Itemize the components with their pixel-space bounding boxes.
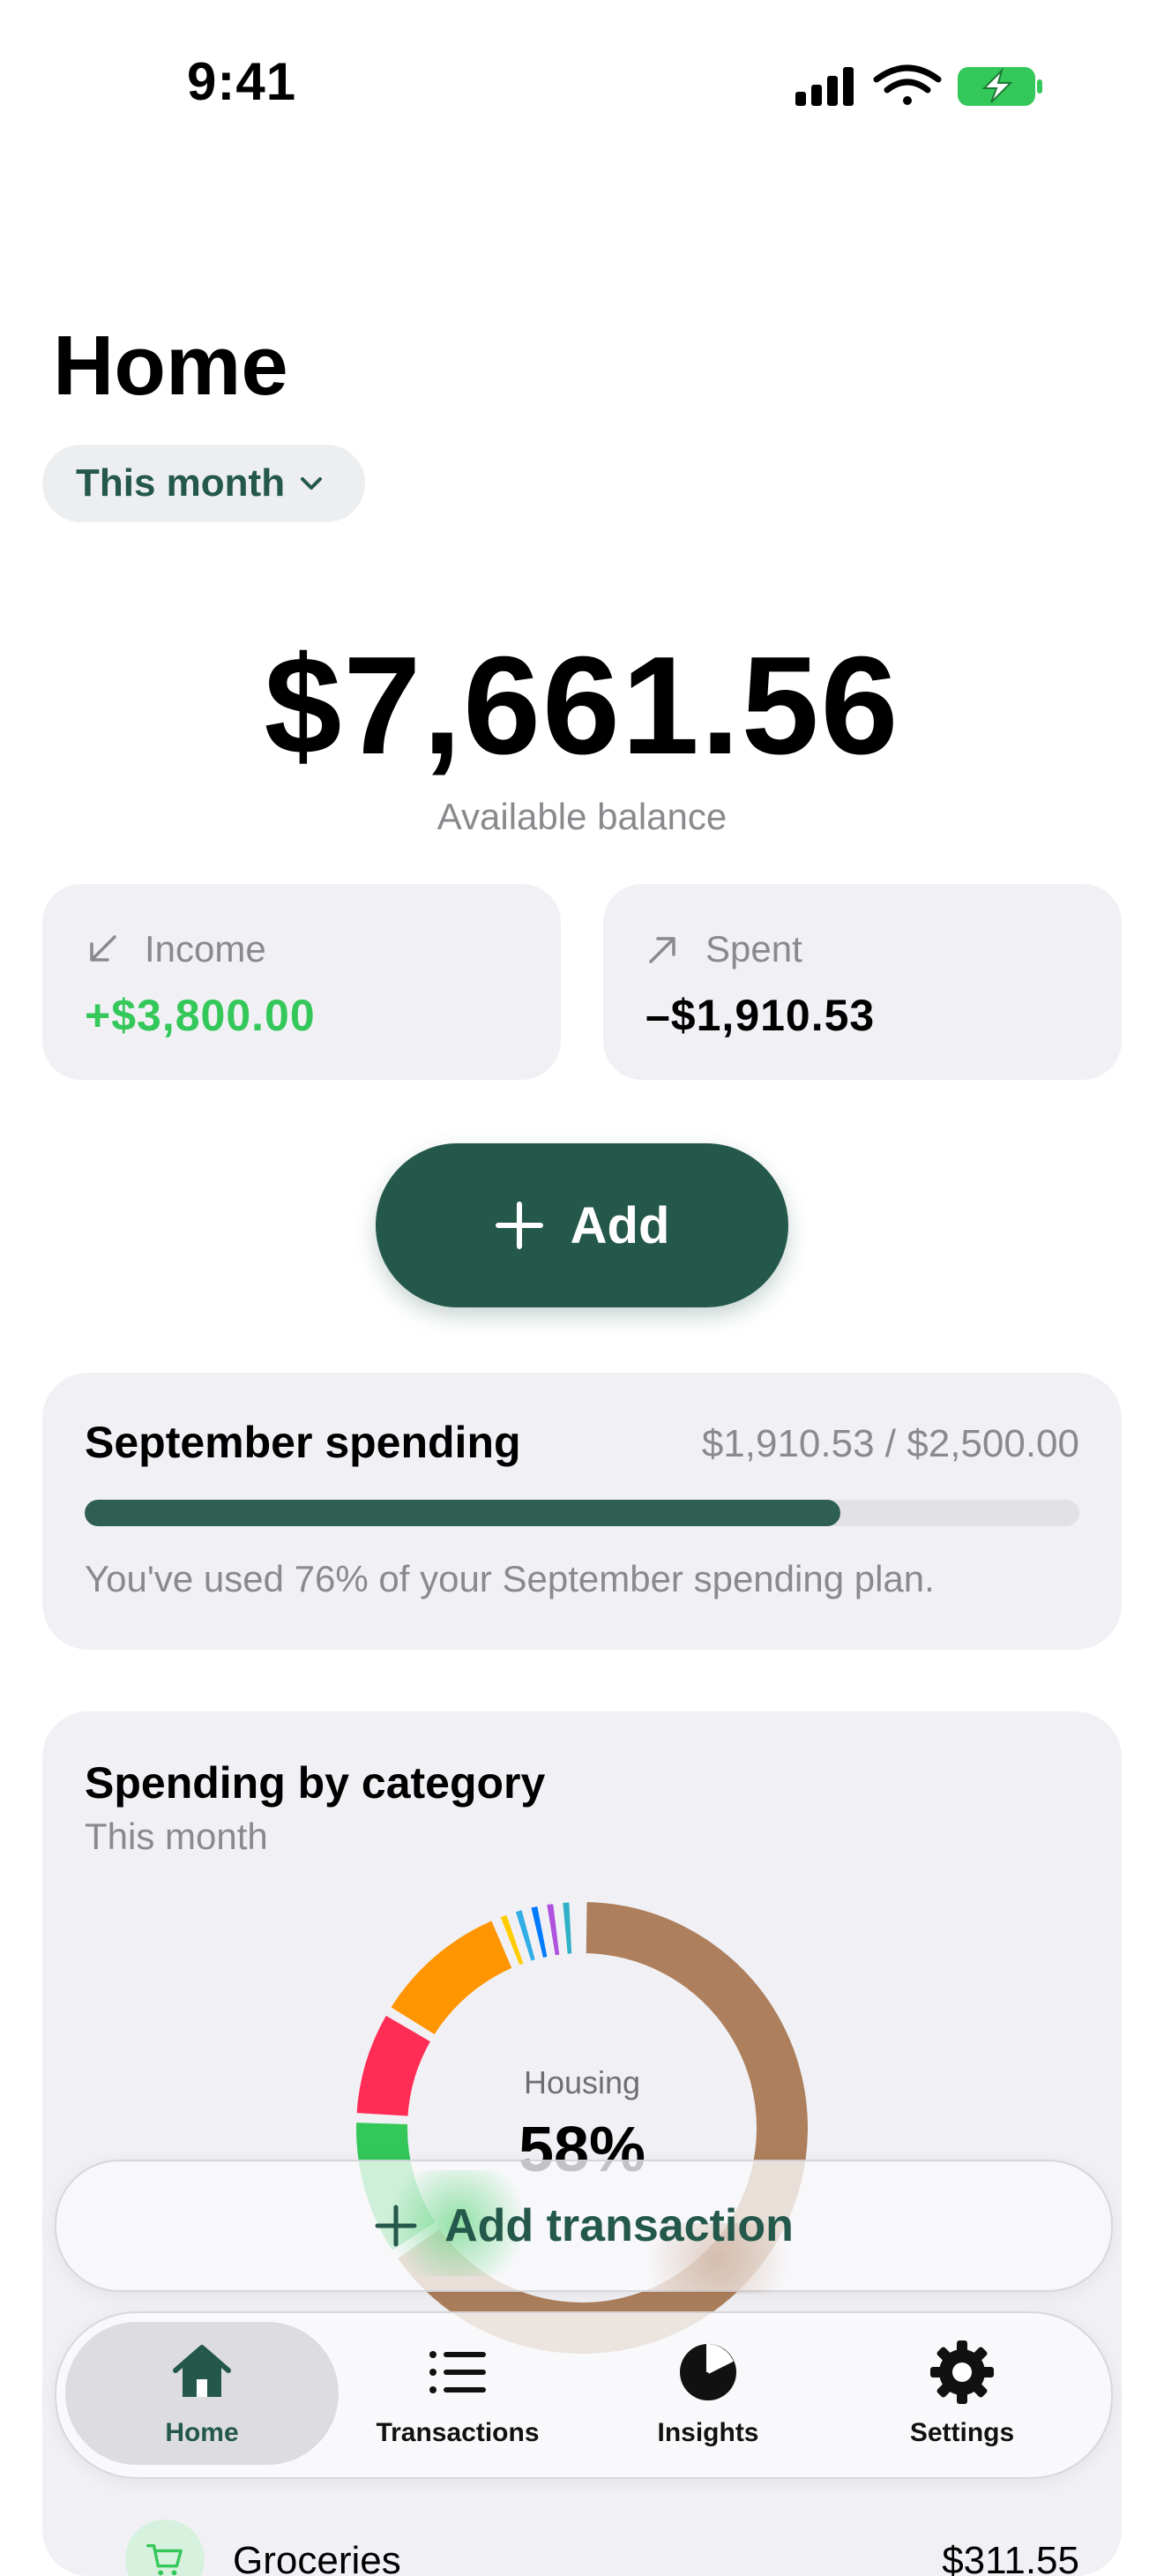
- add-transaction-label: Add transaction: [444, 2200, 794, 2251]
- pie-chart-icon: [680, 2344, 736, 2400]
- page-title: Home: [53, 318, 288, 413]
- add-button[interactable]: Add: [376, 1143, 788, 1307]
- income-label: Income: [145, 928, 266, 970]
- category-title: Spending by category: [85, 1758, 546, 1808]
- income-value: +$3,800.00: [85, 991, 316, 1040]
- cart-icon: [125, 2520, 205, 2576]
- income-card[interactable]: Income +$3,800.00: [42, 884, 561, 1080]
- tab-transactions[interactable]: Transactions: [321, 2322, 594, 2465]
- cellular-signal-icon: [795, 67, 854, 106]
- arrow-down-left-icon: [90, 935, 116, 962]
- plus-icon: [375, 2205, 417, 2247]
- gear-icon: [930, 2340, 994, 2404]
- budget-title: September spending: [85, 1418, 521, 1467]
- battery-icon: [958, 67, 1042, 106]
- house-icon: [173, 2345, 231, 2397]
- arrow-up-right-icon: [649, 937, 675, 963]
- budget-progress-track: [85, 1500, 1079, 1526]
- budget-note: You've used 76% of your September spendi…: [85, 1558, 935, 1599]
- tab-label: Insights: [657, 2418, 759, 2447]
- add-button-label: Add: [570, 1196, 670, 1254]
- plus-icon: [495, 1202, 543, 1249]
- donut-slice-3[interactable]: [386, 1916, 516, 2039]
- add-transaction-button[interactable]: Add transaction: [55, 2160, 1113, 2294]
- range-label: This month: [76, 461, 286, 505]
- status-icons: [795, 64, 1042, 106]
- category-subtitle: This month: [85, 1816, 268, 1857]
- wifi-icon: [873, 64, 942, 105]
- spent-label: Spent: [705, 928, 802, 970]
- budget-amount: $1,910.53 / $2,500.00: [701, 1422, 1079, 1465]
- spent-value: –$1,910.53: [645, 991, 876, 1040]
- tab-settings[interactable]: Settings: [825, 2322, 1099, 2465]
- tab-bar: Home Transactions Insights Settings: [55, 2311, 1113, 2479]
- spent-card[interactable]: Spent –$1,910.53: [603, 884, 1122, 1080]
- chevron-down-icon: [301, 477, 323, 490]
- list-icon: [429, 2351, 486, 2393]
- category-row-name: Groceries: [233, 2539, 401, 2576]
- tab-label: Home: [165, 2418, 239, 2447]
- range-selector[interactable]: This month: [42, 445, 365, 522]
- tab-label: Settings: [909, 2418, 1015, 2447]
- tab-label: Transactions: [376, 2418, 540, 2447]
- tab-insights[interactable]: Insights: [571, 2322, 845, 2465]
- budget-card[interactable]: September spending $1,910.53 / $2,500.00…: [42, 1373, 1122, 1650]
- status-time: 9:41: [187, 52, 297, 111]
- donut-center-label: Housing: [523, 2064, 641, 2100]
- budget-progress-fill: [85, 1500, 841, 1526]
- balance-amount: $7,661.56: [264, 628, 900, 783]
- category-row-amount: $311.55: [942, 2539, 1079, 2576]
- donut-slice-8[interactable]: [559, 1898, 576, 1958]
- balance-label: Available balance: [436, 796, 728, 837]
- donut-slice-9[interactable]: [575, 1898, 582, 1958]
- tab-home[interactable]: Home: [65, 2322, 339, 2465]
- category-row[interactable]: Groceries $311.55: [85, 2497, 1079, 2576]
